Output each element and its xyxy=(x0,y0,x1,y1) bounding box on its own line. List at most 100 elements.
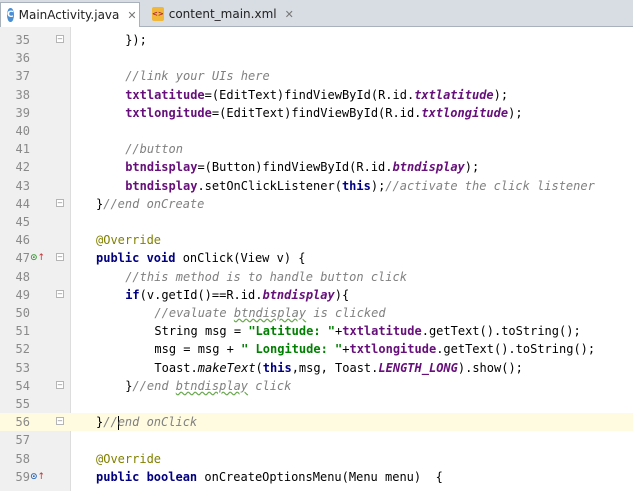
line-number: 52 xyxy=(15,342,30,357)
fold-toggle-icon[interactable]: − xyxy=(56,417,64,426)
close-icon[interactable]: ✕ xyxy=(127,9,136,22)
code-token: " Longitude: " xyxy=(241,342,343,357)
fold-toggle-icon[interactable]: − xyxy=(56,289,64,298)
line-number: 35 xyxy=(15,33,30,47)
line-number: 42 xyxy=(15,160,30,175)
code-line[interactable]: 44 − }//end onCreate xyxy=(0,195,633,213)
code-text: }//end onCreate xyxy=(96,195,204,213)
fold-toggle-icon[interactable]: − xyxy=(56,380,64,389)
code-token: String msg = xyxy=(154,324,249,339)
code-token: makeText xyxy=(197,360,256,375)
code-line[interactable]: 54 −}//end btndisplay click xyxy=(0,377,633,395)
code-line[interactable]: 38 txtlatitude=(EditText)findViewById(R.i… xyxy=(0,86,633,104)
code-token: if xyxy=(125,287,140,302)
line-number: 43 xyxy=(15,178,30,193)
code-line[interactable]: 46 @Override xyxy=(0,231,633,249)
override-method-icon[interactable]: ⊙↑ xyxy=(30,471,45,483)
line-number: 48 xyxy=(15,269,30,284)
code-line[interactable]: 50 //evaluate btndisplay is clicked xyxy=(0,304,633,322)
code-token: //end xyxy=(132,378,176,393)
fold-toggle-icon[interactable]: − xyxy=(56,198,64,207)
line-number: 56 xyxy=(15,415,30,430)
fold-toggle-icon[interactable]: − xyxy=(56,35,64,43)
code-token: txtlatitude xyxy=(125,87,205,102)
code-line[interactable]: 41 //button xyxy=(0,140,633,158)
line-number: 51 xyxy=(15,324,30,339)
code-token: LENGTH_LONG xyxy=(378,360,458,375)
code-token: btndisplay xyxy=(233,306,307,320)
code-line[interactable]: 57 xyxy=(0,431,633,449)
code-token: this xyxy=(262,360,292,375)
code-token: .getText().toString(); xyxy=(436,342,596,357)
code-line[interactable]: 51 String msg = "Latitude: "+txtlatitude.… xyxy=(0,322,633,340)
line-number: 39 xyxy=(15,105,30,120)
code-token: ,msg, Toast. xyxy=(291,360,379,375)
code-line[interactable]: 59 ⊙↑ public boolean onCreateOptionsMenu(M… xyxy=(0,468,633,486)
code-line[interactable]: 58 @Override xyxy=(0,450,633,468)
line-number: 44 xyxy=(15,196,30,211)
code-line[interactable]: 42 btndisplay=(Button)findViewById(R.id.b… xyxy=(0,158,633,176)
code-text: //evaluate btndisplay is clicked xyxy=(154,304,385,322)
tab-content-main-xml[interactable]: <> content_main.xml ✕ xyxy=(146,2,294,26)
code-token: (v.getId()==R.id. xyxy=(139,287,263,302)
code-text: Toast.makeText(this,msg, Toast.LENGTH_LO… xyxy=(154,359,523,377)
code-line[interactable]: 56 − }//end onClick xyxy=(0,413,633,432)
code-token: end onClick xyxy=(117,415,198,430)
code-line[interactable]: 48 //this method is to handle button clic… xyxy=(0,268,633,286)
code-token: =(EditText)findViewById(R.id. xyxy=(204,87,415,102)
close-icon[interactable]: ✕ xyxy=(285,8,294,21)
code-token: .setOnClickListener( xyxy=(197,178,342,193)
code-line[interactable]: 55 xyxy=(0,395,633,413)
code-token: //end onCreate xyxy=(103,196,205,211)
code-text: public boolean onCreateOptionsMenu(Menu … xyxy=(96,468,443,486)
line-number: 38 xyxy=(15,87,30,102)
code-token: }); xyxy=(125,33,147,47)
code-line[interactable]: 49 − if(v.getId()==R.id.btndisplay){ xyxy=(0,286,633,304)
code-token: public void xyxy=(96,251,183,266)
line-number: 54 xyxy=(15,378,30,393)
line-number: 55 xyxy=(15,397,30,411)
code-text: @Override xyxy=(96,450,161,468)
code-token: @Override xyxy=(96,451,162,466)
code-token: Toast. xyxy=(154,360,198,375)
code-token: ); xyxy=(508,105,523,120)
code-line[interactable]: 37 //link your UIs here xyxy=(0,67,633,85)
code-line[interactable]: 39 txtlongitude=(EditText)findViewById(R.… xyxy=(0,104,633,122)
code-line[interactable]: 40 xyxy=(0,122,633,140)
code-text: String msg = "Latitude: "+txtlatitude.ge… xyxy=(154,322,580,340)
code-text: txtlatitude=(EditText)findViewById(R.id.… xyxy=(125,86,508,104)
code-text: }//end onClick xyxy=(96,413,197,431)
code-token: //button xyxy=(125,142,183,157)
code-line[interactable]: 53 Toast.makeText(this,msg, Toast.LENGTH_… xyxy=(0,359,633,377)
code-token: txtlongitude xyxy=(125,105,212,120)
code-line[interactable]: 47 ⊙↑ − public void onClick(View v) { xyxy=(0,249,633,267)
line-number: 58 xyxy=(15,451,30,466)
code-token: txtlatitude xyxy=(414,87,494,102)
code-text: msg = msg + " Longitude: "+txtlongitude.… xyxy=(154,340,595,358)
code-line[interactable]: 45 xyxy=(0,213,633,231)
code-token: @Override xyxy=(96,233,162,248)
code-line[interactable]: 52 msg = msg + " Longitude: "+txtlongitud… xyxy=(0,340,633,358)
line-number: 46 xyxy=(15,233,30,248)
code-line[interactable]: 43 btndisplay.setOnClickListener(this);//… xyxy=(0,177,633,195)
fold-toggle-icon[interactable]: − xyxy=(56,253,64,262)
code-token: ); xyxy=(464,160,480,175)
override-method-icon[interactable]: ⊙↑ xyxy=(30,252,45,264)
code-token: txtlatitude xyxy=(342,324,422,339)
line-number: 41 xyxy=(15,142,30,157)
code-token: "Latitude: " xyxy=(248,324,336,339)
line-number: 53 xyxy=(15,360,30,375)
code-token: ); xyxy=(493,87,509,102)
code-text: public void onClick(View v) { xyxy=(96,249,306,267)
code-token: click xyxy=(248,378,292,393)
code-line[interactable]: 36 xyxy=(0,49,633,67)
line-number: 59 xyxy=(15,469,30,484)
line-number: 45 xyxy=(15,215,30,229)
code-token: //this method is to handle button click xyxy=(125,269,407,284)
tab-mainactivity-java[interactable]: C MainActivity.java ✕ xyxy=(0,2,140,27)
code-token: txtlongitude xyxy=(349,342,437,357)
line-number: 47 xyxy=(15,251,30,266)
code-text: //button xyxy=(125,140,183,158)
code-line[interactable]: 35 −}); xyxy=(0,31,633,49)
line-number: 50 xyxy=(15,306,30,320)
